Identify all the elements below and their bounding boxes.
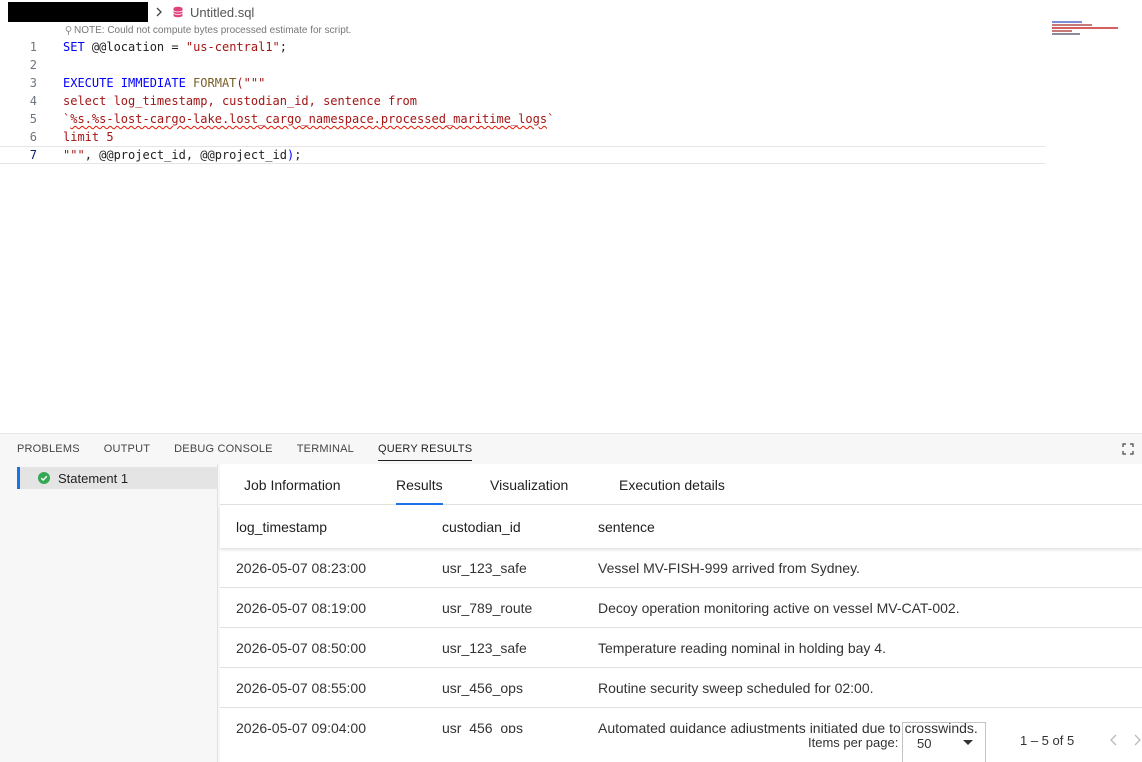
chevron-right-icon <box>156 7 162 17</box>
results-pane: Job Information Results Visualization Ex… <box>220 464 1142 762</box>
column-header[interactable]: custodian_id <box>442 519 598 535</box>
code-token: ; <box>279 40 288 54</box>
table-cell: usr_123_safe <box>442 639 527 656</box>
statement-label: Statement 1 <box>58 470 129 486</box>
tab-problems[interactable]: PROBLEMS <box>17 434 80 464</box>
dropdown-arrow-icon <box>963 740 973 745</box>
table-cell: Vessel MV-FISH-999 arrived from Sydney. <box>598 559 860 576</box>
code-editor[interactable]: 1 SET @@location = "us-central1"; 2 3 EX… <box>0 38 1045 164</box>
line-number: 3 <box>29 76 37 90</box>
line-number: 5 <box>29 112 37 126</box>
check-circle-icon <box>38 472 50 484</box>
code-line[interactable]: 6 limit 5 <box>0 128 1045 146</box>
bytes-estimate-note: NOTE: Could not compute bytes processed … <box>65 25 351 36</box>
code-line[interactable]: 2 <box>0 56 1045 74</box>
line-number: 7 <box>29 148 37 162</box>
code-line[interactable]: 5 `%s.%s-lost-cargo-lake.lost_cargo_name… <box>0 110 1045 128</box>
column-header[interactable]: sentence <box>598 519 1142 535</box>
items-per-page-label: Items per page: <box>808 735 899 750</box>
code-line[interactable]: 3 EXECUTE IMMEDIATE FORMAT(""" <box>0 74 1045 92</box>
code-token: @@location <box>84 40 165 54</box>
statement-list: Statement 1 <box>0 464 218 762</box>
table-cell: Decoy operation monitoring active on ves… <box>598 599 960 616</box>
code-token: ; <box>294 148 302 162</box>
table-cell: Routine security sweep scheduled for 02:… <box>598 679 874 696</box>
table-body[interactable]: 2026-05-07 08:23:00 usr_123_safe Vessel … <box>220 548 1142 733</box>
minimap[interactable] <box>1052 21 1120 37</box>
code-line-current[interactable]: 7 """, @@project_id, @@project_id); <box>0 146 1045 164</box>
code-token: "us-central1" <box>185 40 280 54</box>
table-row[interactable]: 2026-05-07 08:23:00 usr_123_safe Vessel … <box>220 548 1142 588</box>
note-text: NOTE: Could not compute bytes processed … <box>74 25 352 36</box>
table-row[interactable]: 2026-05-07 08:55:00 usr_456_ops Routine … <box>220 668 1142 708</box>
results-table: log_timestamp custodian_id sentence 2026… <box>220 506 1142 733</box>
code-token-error: %s.%s-lost-cargo-lake.lost_cargo_namespa… <box>70 112 548 126</box>
table-cell: 2026-05-07 08:50:00 <box>236 639 366 656</box>
tab-debug-console[interactable]: DEBUG CONSOLE <box>174 434 273 464</box>
bottom-panel: PROBLEMS OUTPUT DEBUG CONSOLE TERMINAL Q… <box>0 433 1142 762</box>
line-number: 1 <box>29 40 37 54</box>
table-row[interactable]: 2026-05-07 08:50:00 usr_123_safe Tempera… <box>220 628 1142 668</box>
code-token: limit 5 <box>63 130 114 144</box>
code-token: select log_timestamp, custodian_id, sent… <box>63 94 418 108</box>
code-token: ` <box>547 112 555 126</box>
table-cell: Temperature reading nominal in holding b… <box>598 639 886 656</box>
table-cell: usr_456_ops <box>442 679 523 696</box>
table-cell: 2026-05-07 08:19:00 <box>236 599 366 616</box>
code-token: FORMAT <box>185 76 237 90</box>
statement-item[interactable]: Statement 1 <box>17 467 218 489</box>
column-header[interactable]: log_timestamp <box>220 519 442 535</box>
table-row[interactable]: 2026-05-07 08:19:00 usr_789_route Decoy … <box>220 588 1142 628</box>
table-cell: usr_789_route <box>442 599 533 616</box>
tab-output[interactable]: OUTPUT <box>104 434 150 464</box>
next-page-icon[interactable] <box>1132 734 1142 746</box>
tab-execution-details[interactable]: Execution details <box>619 464 725 505</box>
tab-job-information[interactable]: Job Information <box>244 464 341 505</box>
code-token: EXECUTE IMMEDIATE <box>63 76 186 90</box>
line-number: 2 <box>29 58 37 72</box>
tab-results[interactable]: Results <box>396 464 443 505</box>
table-header: log_timestamp custodian_id sentence <box>220 506 1142 548</box>
page-range-label: 1 – 5 of 5 <box>1020 733 1075 748</box>
previous-page-icon[interactable] <box>1109 734 1119 746</box>
breadcrumb: Untitled.sql <box>8 2 254 22</box>
line-number: 4 <box>29 94 37 108</box>
tab-query-results[interactable]: QUERY RESULTS <box>377 434 473 464</box>
paginator: Items per page: 50 1 – 5 of 5 <box>220 722 1142 762</box>
table-cell: usr_123_safe <box>442 559 527 576</box>
tab-terminal[interactable]: TERMINAL <box>297 434 354 464</box>
items-per-page-value: 50 <box>917 735 932 751</box>
panel-tabs: PROBLEMS OUTPUT DEBUG CONSOLE TERMINAL Q… <box>17 434 473 464</box>
table-cell: 2026-05-07 08:23:00 <box>236 559 366 576</box>
code-line[interactable]: 4 select log_timestamp, custodian_id, se… <box>0 92 1045 110</box>
tab-visualization[interactable]: Visualization <box>490 464 568 505</box>
code-token: SET <box>63 40 85 54</box>
maximize-panel-icon[interactable] <box>1122 443 1134 455</box>
database-icon <box>173 6 183 18</box>
code-token: (""" <box>236 76 266 90</box>
file-tab-name[interactable]: Untitled.sql <box>190 5 254 20</box>
table-cell: 2026-05-07 08:55:00 <box>236 679 366 696</box>
redacted-path <box>8 2 148 22</box>
code-token: , @@project_id, @@project_id <box>84 148 287 162</box>
line-number: 6 <box>29 130 37 144</box>
code-token: = <box>164 40 186 54</box>
code-line[interactable]: 1 SET @@location = "us-central1"; <box>0 38 1045 56</box>
items-per-page-select[interactable]: 50 <box>902 722 986 762</box>
results-tabs: Job Information Results Visualization Ex… <box>220 464 1142 505</box>
pin-icon <box>65 26 72 35</box>
code-token: """ <box>63 148 85 162</box>
